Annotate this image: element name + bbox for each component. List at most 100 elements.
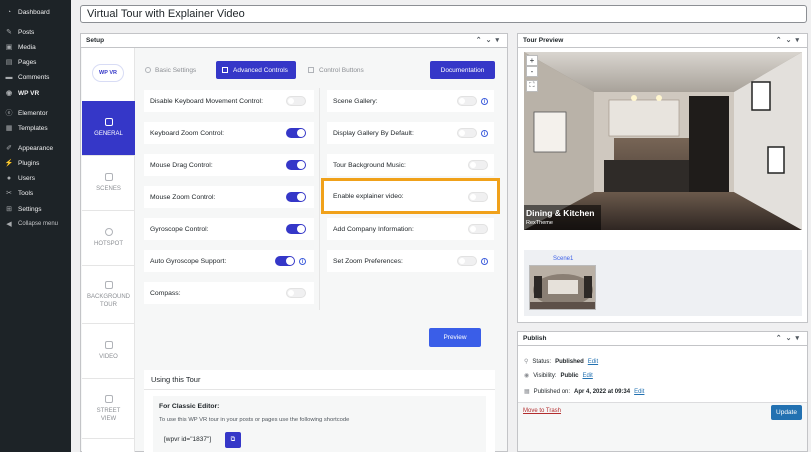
sidebar-item-wpvr[interactable]: ◉ WP VR [0, 86, 71, 100]
pages-icon: ▤ [5, 59, 13, 66]
sidebar-item-pages[interactable]: ▤ Pages [0, 55, 71, 69]
media-icon: ▣ [5, 44, 13, 51]
sidebar-item-appearance[interactable]: ✐ Appearance [0, 141, 71, 155]
sidebar-item-elementor[interactable]: ⓔ Elementor [0, 106, 71, 120]
documentation-button[interactable]: Documentation [430, 61, 495, 79]
toggle-add-company-info[interactable] [468, 224, 488, 234]
users-icon: ● [6, 174, 12, 182]
toggle-display-gallery[interactable] [457, 128, 477, 138]
panel-controls[interactable]: ⌃⌄▾ [776, 36, 803, 44]
classic-editor-subtitle: For Classic Editor: [159, 403, 220, 410]
comments-icon: ▬ [5, 73, 13, 81]
elementor-icon: ⓔ [5, 110, 13, 117]
sidebar-item-comments[interactable]: ▬ Comments [0, 70, 71, 84]
toggle-mouse-drag[interactable] [286, 160, 306, 170]
update-button[interactable]: Update [771, 405, 802, 420]
hotspot-icon [104, 228, 113, 236]
scene-thumb-label: Scene1 [553, 256, 574, 262]
preview-button[interactable]: Preview [429, 328, 481, 347]
info-icon[interactable]: i [481, 130, 488, 137]
sidebar-item-plugins[interactable]: ⚡ Plugins [0, 156, 71, 170]
vr-icon: ◉ [5, 90, 13, 97]
pin-icon: ✎ [6, 29, 12, 36]
scene-thumbnail[interactable] [529, 265, 596, 310]
fullscreen-icon[interactable]: ⛶ [526, 80, 538, 92]
edit-visibility-link[interactable]: Edit [583, 373, 593, 379]
wrench-icon: ✂ [6, 190, 12, 197]
toggle-auto-gyroscope[interactable] [275, 256, 295, 266]
nav-tab-background-tour[interactable]: BACKGROUND TOUR [82, 266, 135, 324]
collapse-icon: ◀ [6, 221, 12, 228]
toggle-enable-explainer-video[interactable] [468, 192, 488, 202]
sidebar-item-tools[interactable]: ✂ Tools [0, 186, 71, 200]
toggle-set-zoom-preferences[interactable] [457, 256, 477, 266]
video-icon [104, 341, 113, 349]
control-buttons-icon [308, 67, 314, 73]
info-icon[interactable]: i [299, 258, 306, 265]
edit-date-link[interactable]: Edit [634, 389, 644, 395]
basic-settings-icon [145, 67, 151, 73]
kitchen-scene-image [524, 52, 802, 230]
settings-icon: ⊞ [6, 206, 12, 213]
admin-sidebar: ◔ Dashboard ✎ Posts ▣ Media ▤ Pages ▬ Comment… [0, 0, 71, 452]
eye-icon: ◉ [524, 373, 530, 379]
nav-tab-scenes[interactable]: SCENES [82, 156, 135, 211]
publish-status: ⚲ Status: Published Edit [524, 358, 599, 366]
info-icon[interactable]: i [481, 98, 488, 105]
street-view-icon [104, 394, 113, 403]
shortcode-description: To use this WP VR tour in your posts or … [159, 417, 350, 423]
sidebar-item-media[interactable]: ▣ Media [0, 40, 71, 54]
tab-control-buttons[interactable]: Control Buttons [302, 62, 374, 78]
nav-tab-video[interactable]: VIDEO [82, 324, 135, 379]
setup-panel-title: Setup [86, 37, 105, 44]
tab-advanced-controls[interactable]: Advanced Controls [216, 61, 296, 79]
nav-tab-hotspot[interactable]: HOTSPOT [82, 211, 135, 266]
background-tour-icon [104, 280, 113, 289]
shortcode-text: [wpvr id="1837"] [164, 436, 212, 443]
toggle-disable-keyboard-movement[interactable] [286, 96, 306, 106]
wpvr-logo: WP VR [92, 64, 124, 82]
edit-status-link[interactable]: Edit [588, 359, 598, 365]
publish-actions [518, 402, 807, 451]
publish-title: Publish [523, 335, 547, 342]
move-to-trash-link[interactable]: Move to Trash [523, 408, 561, 414]
tab-basic-settings[interactable]: Basic Settings [145, 62, 211, 78]
sidebar-item-users[interactable]: ● Users [0, 171, 71, 185]
toggle-scene-gallery[interactable] [457, 96, 477, 106]
toggle-keyboard-zoom[interactable] [286, 128, 306, 138]
info-icon[interactable]: i [481, 258, 488, 265]
nav-tab-street-view[interactable]: STREET VIEW [82, 379, 135, 439]
toggle-mouse-zoom[interactable] [286, 192, 306, 202]
sidebar-item-dashboard[interactable]: ◔ Dashboard [0, 5, 71, 19]
panel-controls[interactable]: ⌃⌄▾ [476, 36, 503, 44]
pin-icon: ⚲ [524, 359, 529, 365]
advanced-controls-icon [222, 67, 228, 73]
sidebar-item-posts[interactable]: ✎ Posts [0, 25, 71, 39]
publish-date: ▦ Published on: Apr 4, 2022 at 09:34 Edi… [524, 388, 645, 396]
column-divider [319, 88, 320, 310]
tour-preview-header: Tour Preview ⌃⌄▾ [518, 34, 807, 48]
toggle-tour-background-music[interactable] [468, 160, 488, 170]
post-title-input[interactable] [80, 5, 807, 23]
zoom-out-button[interactable]: - [526, 66, 538, 77]
general-icon [104, 118, 113, 126]
using-this-tour-title: Using this Tour [151, 375, 201, 384]
toggle-compass[interactable] [286, 288, 306, 298]
zoom-in-button[interactable]: + [526, 55, 538, 66]
copy-icon[interactable]: ⧉ [225, 432, 241, 448]
tour-preview-title: Tour Preview [523, 37, 564, 44]
scene-thumbnail-image [530, 266, 595, 309]
sidebar-item-templates[interactable]: ▦ Templates [0, 121, 71, 135]
panel-controls[interactable]: ⌃⌄▾ [776, 334, 803, 342]
scene-title: Dining & Kitchen [526, 208, 595, 218]
toggle-gyroscope[interactable] [286, 224, 306, 234]
panorama-viewer[interactable] [524, 52, 802, 230]
nav-tab-general[interactable]: GENERAL [82, 101, 135, 156]
sidebar-item-settings[interactable]: ⊞ Settings [0, 202, 71, 216]
sidebar-collapse-menu[interactable]: ◀ Collapse menu [0, 217, 71, 231]
brush-icon: ✐ [6, 145, 12, 152]
plugin-icon: ⚡ [4, 160, 14, 167]
divider [144, 389, 495, 390]
dashboard-icon: ◔ [6, 8, 12, 16]
scenes-icon [104, 173, 113, 181]
